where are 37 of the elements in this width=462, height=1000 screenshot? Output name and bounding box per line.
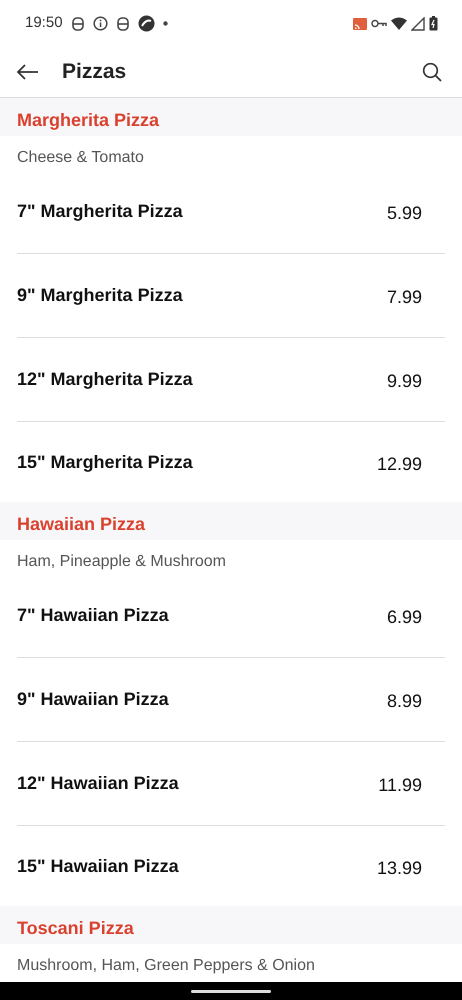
item-price: 12.99 xyxy=(376,452,422,476)
section-title: Toscani Pizza xyxy=(17,917,134,940)
item-price: 7.99 xyxy=(386,286,422,309)
notification-icon xyxy=(116,16,130,30)
key-icon xyxy=(371,19,387,28)
item-price: 6.99 xyxy=(386,606,422,629)
section-description: Cheese & Tomato xyxy=(17,149,144,166)
item-name[interactable]: 15" Hawaiian Pizza xyxy=(17,852,179,880)
page-title: Pizzas xyxy=(62,59,126,86)
item-name[interactable]: 7" Margherita Pizza xyxy=(17,198,183,225)
item-name[interactable]: 12" Margherita Pizza xyxy=(17,366,193,393)
cast-icon xyxy=(353,18,367,30)
item-name[interactable]: 15" Margherita Pizza xyxy=(17,448,193,476)
battery-icon xyxy=(429,16,438,31)
section-title: Hawaiian Pizza xyxy=(17,513,146,536)
app-icon xyxy=(138,15,155,32)
search-icon[interactable] xyxy=(422,62,442,82)
item-name[interactable]: 12" Hawaiian Pizza xyxy=(17,770,179,797)
back-arrow-icon[interactable] xyxy=(16,63,40,81)
notification-icon xyxy=(70,16,85,30)
item-name[interactable]: 7" Hawaiian Pizza xyxy=(17,602,169,629)
item-name[interactable]: 9" Margherita Pizza xyxy=(17,282,183,309)
item-price: 13.99 xyxy=(376,856,422,880)
dot-icon xyxy=(162,21,168,26)
section-description: Ham, Pineapple & Mushroom xyxy=(17,553,226,570)
item-price: 9.99 xyxy=(386,370,422,393)
wifi-icon xyxy=(391,17,407,30)
section-description: Mushroom, Ham, Green Peppers & Onion xyxy=(17,957,315,974)
status-time: 19:50 xyxy=(25,13,63,34)
item-price: 11.99 xyxy=(378,774,422,797)
section-title: Margherita Pizza xyxy=(17,109,160,132)
signal-icon xyxy=(411,16,425,30)
home-indicator[interactable] xyxy=(191,990,271,992)
item-price: 5.99 xyxy=(386,202,422,225)
item-price: 8.99 xyxy=(386,690,422,713)
info-icon xyxy=(92,16,108,31)
item-name[interactable]: 9" Hawaiian Pizza xyxy=(17,686,169,713)
